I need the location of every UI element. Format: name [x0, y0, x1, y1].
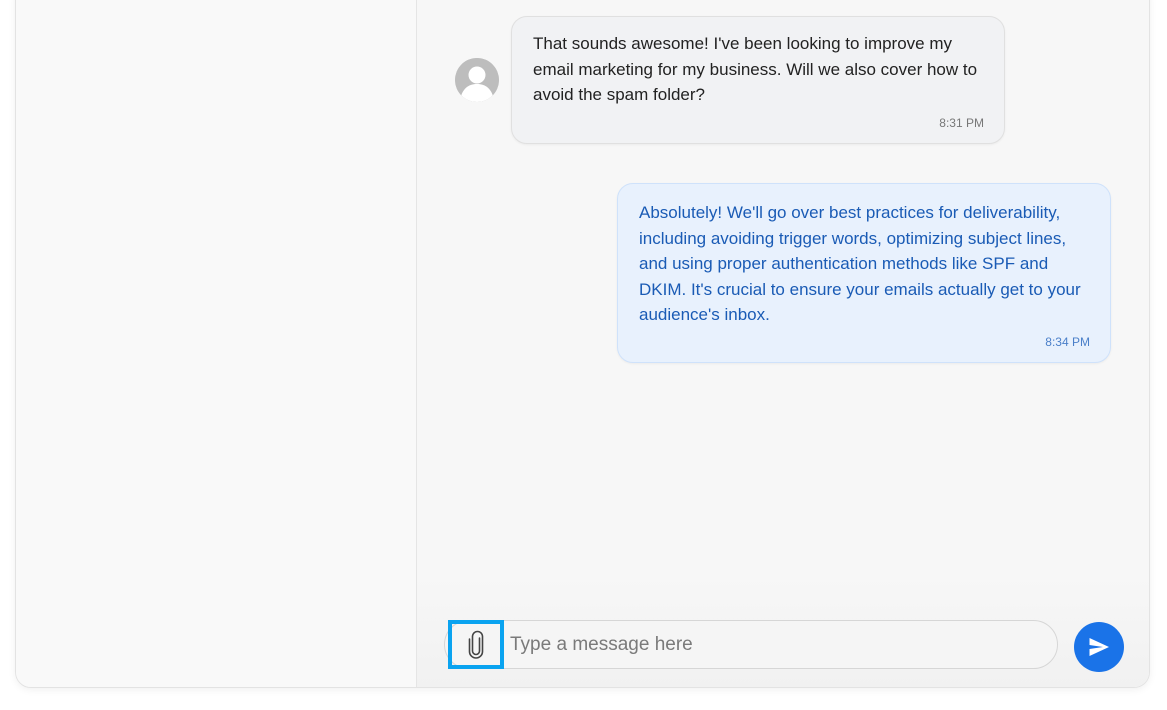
chat-app-window: That sounds awesome! I've been looking t… [15, 0, 1150, 688]
send-button[interactable] [1074, 622, 1124, 672]
sent-message-bubble: Absolutely! We'll go over best practices… [617, 183, 1111, 363]
paperclip-icon [468, 630, 484, 659]
chat-panel: That sounds awesome! I've been looking t… [417, 0, 1149, 687]
send-icon [1089, 638, 1109, 656]
message-timestamp: 8:34 PM [1045, 335, 1090, 349]
message-timestamp: 8:31 PM [939, 116, 984, 130]
user-avatar-icon[interactable] [455, 58, 499, 102]
message-text: Absolutely! We'll go over best practices… [639, 203, 1081, 324]
message-composer [444, 620, 1058, 669]
attach-file-button[interactable] [448, 620, 504, 669]
received-message-bubble: That sounds awesome! I've been looking t… [511, 16, 1005, 144]
message-text: That sounds awesome! I've been looking t… [533, 34, 978, 104]
message-input[interactable] [509, 621, 1040, 668]
conversation-sidebar [16, 0, 417, 687]
